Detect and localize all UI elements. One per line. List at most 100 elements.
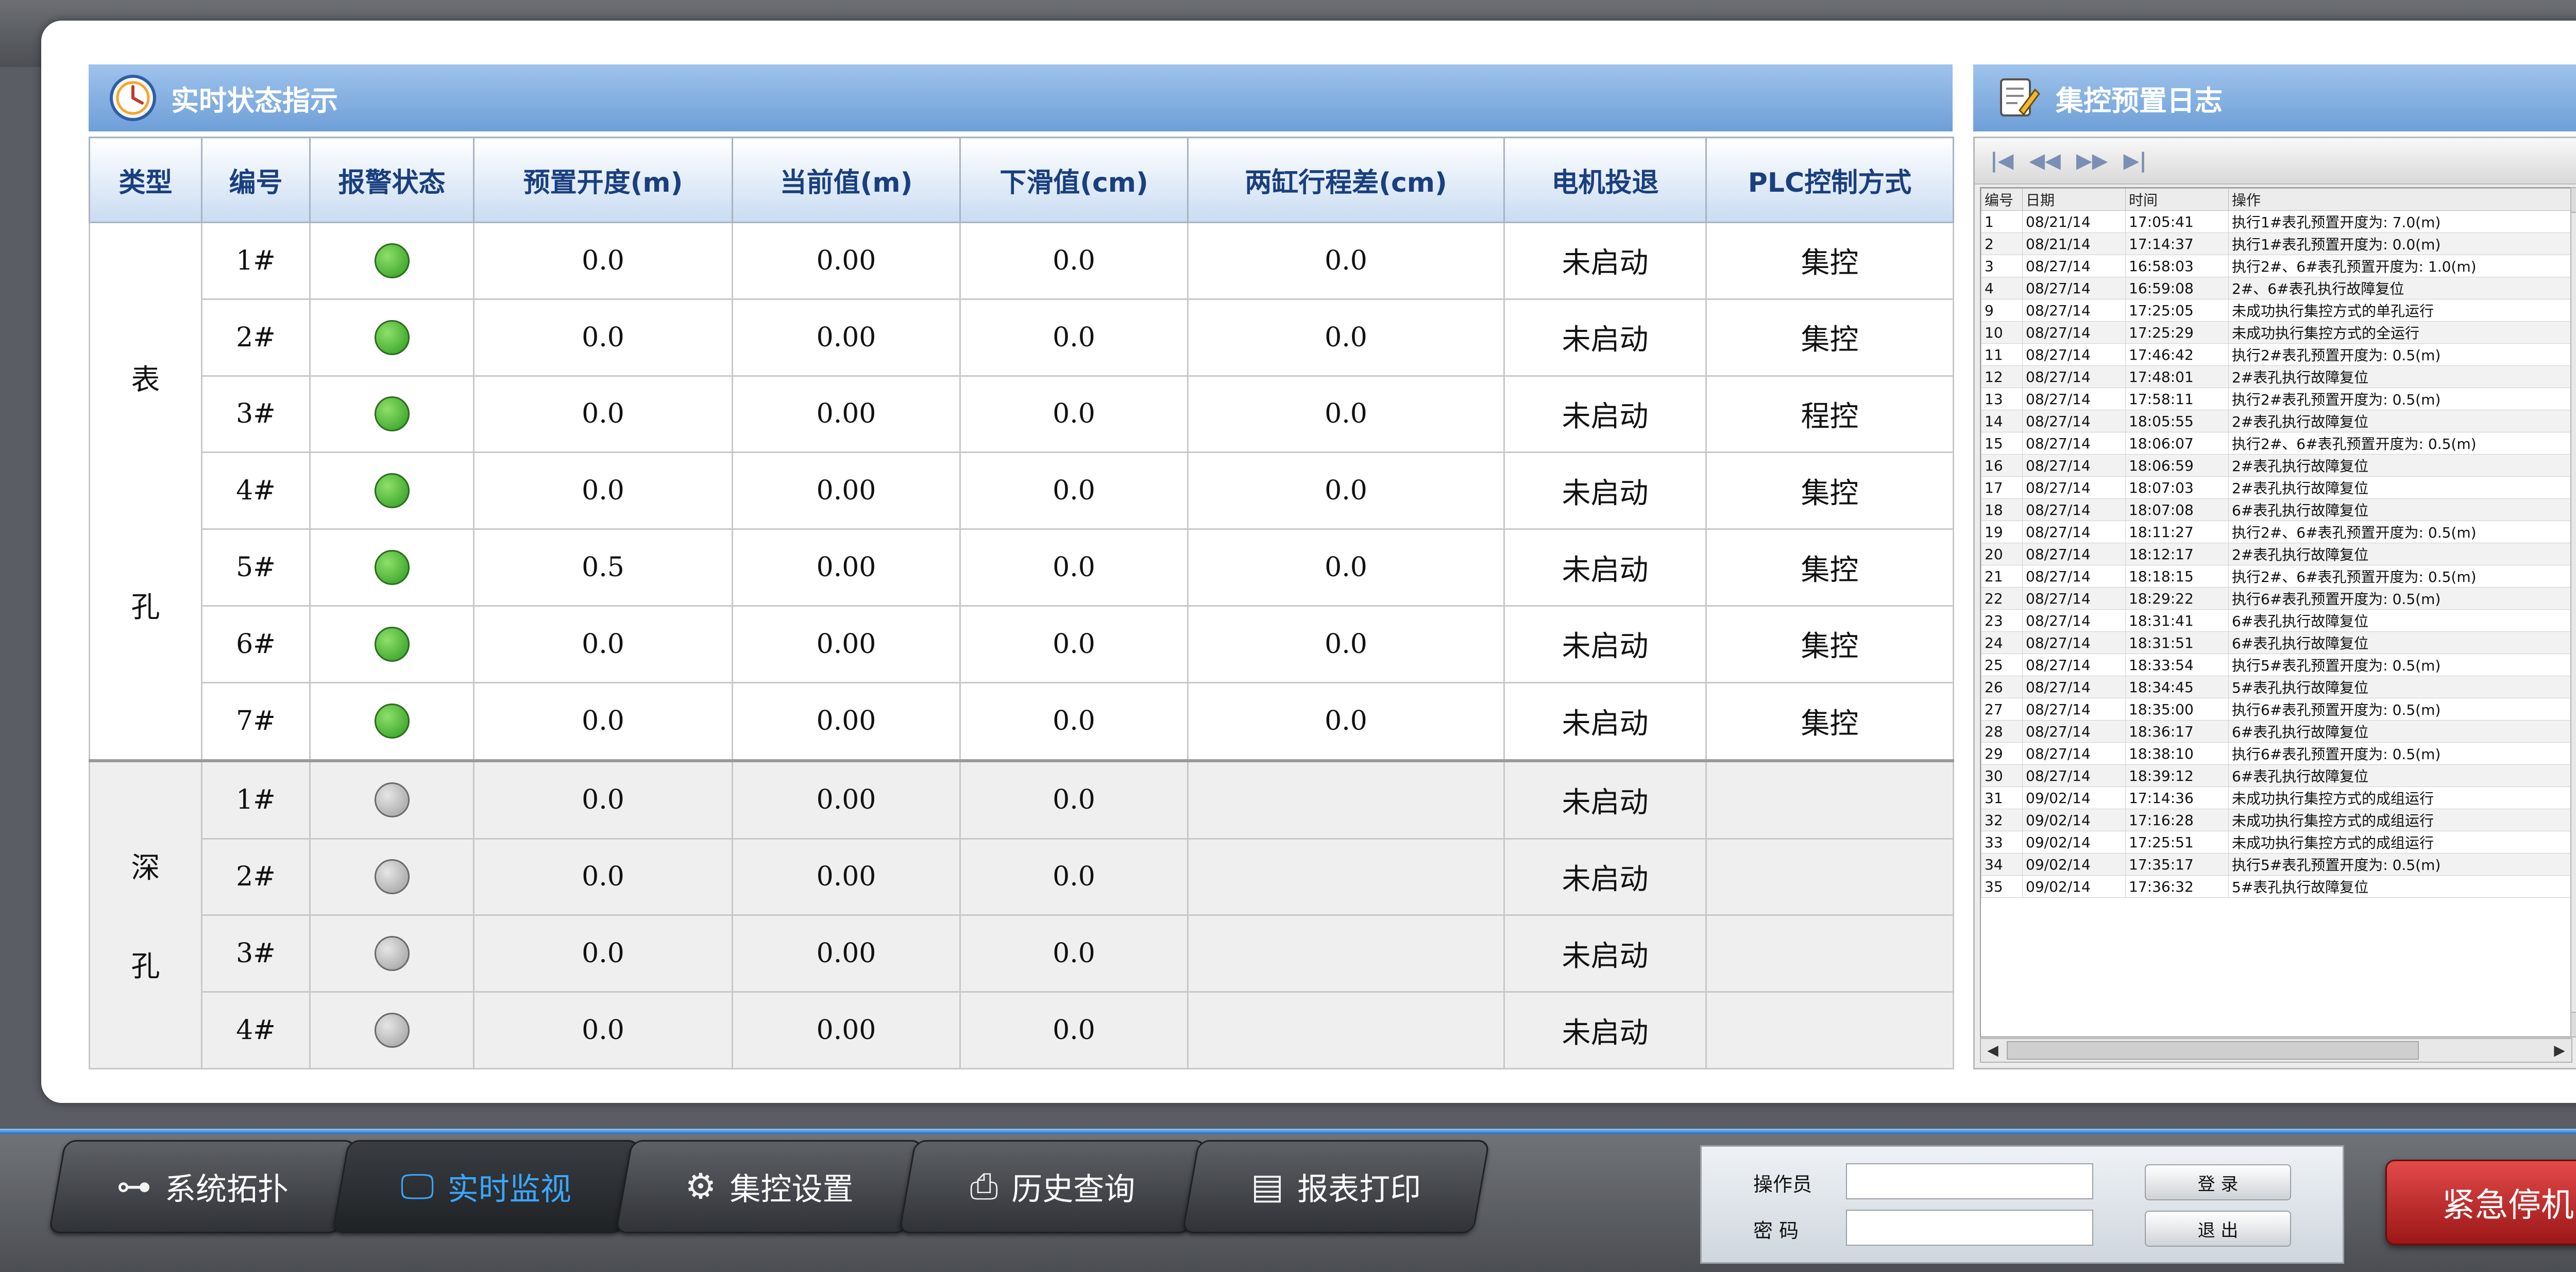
- log-row[interactable]: 35 09/02/14 17:36:32 5#表孔执行故障复位: [1981, 875, 2576, 898]
- first-page-icon[interactable]: |◀: [1990, 149, 2013, 173]
- nav-tab[interactable]: ▤ 报表打印: [1182, 1140, 1490, 1233]
- scroll-thumb[interactable]: [2007, 1041, 2419, 1060]
- log-row[interactable]: 4 08/27/14 16:59:08 2#、6#表孔执行故障复位: [1981, 277, 2576, 299]
- stroke-difference-cell: 0.0: [1187, 605, 1505, 683]
- emergency-stop-button[interactable]: 紧急停机: [2385, 1160, 2576, 1245]
- log-cell: 09/02/14: [2022, 875, 2126, 898]
- log-row[interactable]: 15 08/27/14 18:06:07 执行2#、6#表孔预置开度为: 0.5(m): [1981, 432, 2576, 455]
- log-row[interactable]: 20 08/27/14 18:12:17 2#表孔执行故障复位: [1981, 543, 2576, 565]
- prev-page-icon[interactable]: ◀◀: [2029, 149, 2061, 173]
- log-cell: 执行1#表孔预置开度为: 7.0(m): [2228, 210, 2576, 233]
- slide-value-cell: 0.0: [959, 298, 1189, 377]
- nav-tab[interactable]: ⎙ 历史查询: [899, 1140, 1207, 1233]
- column-header: 类型: [89, 137, 202, 223]
- log-row[interactable]: 33 09/02/14 17:25:51 未成功执行集控方式的成组运行: [1981, 831, 2576, 853]
- log-cell: 08/27/14: [2022, 321, 2126, 344]
- scroll-up-icon[interactable]: ▲: [2571, 188, 2576, 213]
- last-page-icon[interactable]: ▶|: [2123, 149, 2146, 173]
- status-indicator-icon: [374, 1013, 410, 1048]
- motor-state-cell: 未启动: [1503, 528, 1707, 607]
- log-row[interactable]: 3 08/27/14 16:58:03 执行2#、6#表孔预置开度为: 1.0(m): [1981, 255, 2576, 277]
- nav-tab-inner: ⎙ 历史查询: [908, 1142, 1197, 1232]
- nav-tab-inner: 🖵 实时监视: [342, 1142, 630, 1232]
- log-cell: 29: [1981, 742, 2023, 765]
- motor-state-cell: 未启动: [1503, 298, 1707, 377]
- log-row[interactable]: 11 08/27/14 17:46:42 执行2#表孔预置开度为: 0.5(m): [1981, 343, 2576, 366]
- current-value-cell: 0.00: [732, 991, 961, 1069]
- log-row[interactable]: 31 09/02/14 17:14:36 未成功执行集控方式的成组运行: [1981, 786, 2576, 809]
- log-row[interactable]: 14 08/27/14 18:05:55 2#表孔执行故障复位: [1981, 410, 2576, 432]
- log-panel-title: 集控预置日志: [2056, 84, 2223, 117]
- table-row: 7# 0.0 0.00 0.0 0.0 未启动 集控: [90, 681, 1954, 762]
- next-page-icon[interactable]: ▶▶: [2076, 149, 2108, 173]
- log-row[interactable]: 21 08/27/14 18:18:15 执行2#、6#表孔预置开度为: 0.5(m): [1981, 565, 2576, 588]
- log-row[interactable]: 24 08/27/14 18:31:51 6#表孔执行故障复位: [1981, 631, 2576, 654]
- log-row[interactable]: 27 08/27/14 18:35:00 执行6#表孔预置开度为: 0.5(m): [1981, 698, 2576, 721]
- log-row[interactable]: 1 08/21/14 17:05:41 执行1#表孔预置开度为: 7.0(m): [1981, 210, 2576, 233]
- log-row[interactable]: 19 08/27/14 18:11:27 执行2#、6#表孔预置开度为: 0.5(m): [1981, 521, 2576, 543]
- log-cell: 2#表孔执行故障复位: [2228, 543, 2576, 565]
- log-cell: 34: [1981, 853, 2023, 876]
- log-row[interactable]: 32 09/02/14 17:16:28 未成功执行集控方式的成组运行: [1981, 809, 2576, 831]
- log-row[interactable]: 25 08/27/14 18:33:54 执行5#表孔预置开度为: 0.5(m): [1981, 654, 2576, 676]
- gate-id-cell: 2#: [201, 838, 311, 916]
- column-header: 下滑值(cm): [959, 137, 1189, 223]
- log-row[interactable]: 16 08/27/14 18:06:59 2#表孔执行故障复位: [1981, 454, 2576, 477]
- log-row[interactable]: 28 08/27/14 18:36:17 6#表孔执行故障复位: [1981, 720, 2576, 743]
- log-cell: 1: [1981, 210, 2023, 233]
- logout-button[interactable]: 退 出: [2145, 1211, 2291, 1247]
- log-cell: 24: [1981, 631, 2023, 654]
- preset-opening-cell: 0.0: [473, 759, 733, 840]
- motor-state-cell: 未启动: [1503, 991, 1707, 1069]
- log-cell: 18:18:15: [2125, 565, 2229, 588]
- log-row[interactable]: 10 08/27/14 17:25:29 未成功执行集控方式的全运行: [1981, 321, 2576, 344]
- password-input[interactable]: [1846, 1210, 2093, 1246]
- status-indicator-icon: [374, 396, 410, 432]
- log-vertical-scrollbar[interactable]: ▲ ▼: [2570, 187, 2576, 1037]
- motor-state-cell: 未启动: [1503, 914, 1707, 993]
- nav-tab[interactable]: ⚙ 集控设置: [615, 1140, 923, 1233]
- gate-id-cell: 2#: [201, 298, 311, 377]
- scroll-left-icon[interactable]: ◀: [1981, 1039, 2005, 1062]
- column-header: 电机投退: [1503, 137, 1707, 223]
- nav-tab[interactable]: 🖵 实时监视: [332, 1140, 640, 1233]
- log-cell: 17:35:17: [2125, 853, 2229, 876]
- log-cell: 2#表孔执行故障复位: [2228, 476, 2576, 499]
- log-cell: 6#表孔执行故障复位: [2228, 498, 2576, 521]
- log-row[interactable]: 22 08/27/14 18:29:22 执行6#表孔预置开度为: 0.5(m): [1981, 587, 2576, 610]
- log-cell: 16:58:03: [2125, 255, 2229, 277]
- log-cell: 08/27/14: [2022, 365, 2126, 388]
- log-row[interactable]: 34 09/02/14 17:35:17 执行5#表孔预置开度为: 0.5(m): [1981, 853, 2576, 876]
- log-cell: 执行1#表孔预置开度为: 0.0(m): [2228, 232, 2576, 255]
- login-button[interactable]: 登 录: [2145, 1164, 2291, 1200]
- motor-state-cell: 未启动: [1503, 222, 1707, 300]
- log-row[interactable]: 30 08/27/14 18:39:12 6#表孔执行故障复位: [1981, 764, 2576, 787]
- log-cell: 执行2#、6#表孔预置开度为: 0.5(m): [2228, 432, 2576, 455]
- log-cell: 08/21/14: [2022, 210, 2126, 233]
- log-row[interactable]: 18 08/27/14 18:07:08 6#表孔执行故障复位: [1981, 498, 2576, 521]
- nav-tab[interactable]: ⊶ 系统拓扑: [48, 1140, 357, 1233]
- log-cell: 08/27/14: [2022, 410, 2126, 432]
- scroll-right-icon[interactable]: ▶: [2548, 1039, 2571, 1062]
- log-row[interactable]: 13 08/27/14 17:58:11 执行2#表孔预置开度为: 0.5(m): [1981, 388, 2576, 410]
- log-row[interactable]: 23 08/27/14 18:31:41 6#表孔执行故障复位: [1981, 609, 2576, 632]
- operator-input[interactable]: [1846, 1163, 2093, 1199]
- log-cell: 09/02/14: [2022, 831, 2126, 853]
- log-cell: 16: [1981, 454, 2023, 477]
- log-cell: 15: [1981, 432, 2023, 455]
- log-row[interactable]: 26 08/27/14 18:34:45 5#表孔执行故障复位: [1981, 676, 2576, 698]
- current-value-cell: 0.00: [732, 914, 961, 993]
- history-icon: ⎙: [970, 1166, 998, 1207]
- log-cell: 未成功执行集控方式的单孔运行: [2228, 299, 2576, 322]
- scroll-down-icon[interactable]: ▼: [2571, 1012, 2576, 1036]
- log-row[interactable]: 2 08/21/14 17:14:37 执行1#表孔预置开度为: 0.0(m): [1981, 232, 2576, 255]
- log-row[interactable]: 17 08/27/14 18:07:03 2#表孔执行故障复位: [1981, 476, 2576, 499]
- log-horizontal-scrollbar[interactable]: ◀ ▶: [1980, 1038, 2572, 1063]
- log-row[interactable]: 9 08/27/14 17:25:05 未成功执行集控方式的单孔运行: [1981, 299, 2576, 322]
- log-row[interactable]: 12 08/27/14 17:48:01 2#表孔执行故障复位: [1981, 365, 2576, 388]
- gate-id-cell: 3#: [201, 914, 311, 993]
- preset-opening-cell: 0.0: [473, 838, 733, 916]
- plc-control-mode-cell: 集控: [1705, 298, 1954, 377]
- column-header: 编号: [201, 137, 311, 223]
- log-row[interactable]: 29 08/27/14 18:38:10 执行6#表孔预置开度为: 0.5(m): [1981, 742, 2576, 765]
